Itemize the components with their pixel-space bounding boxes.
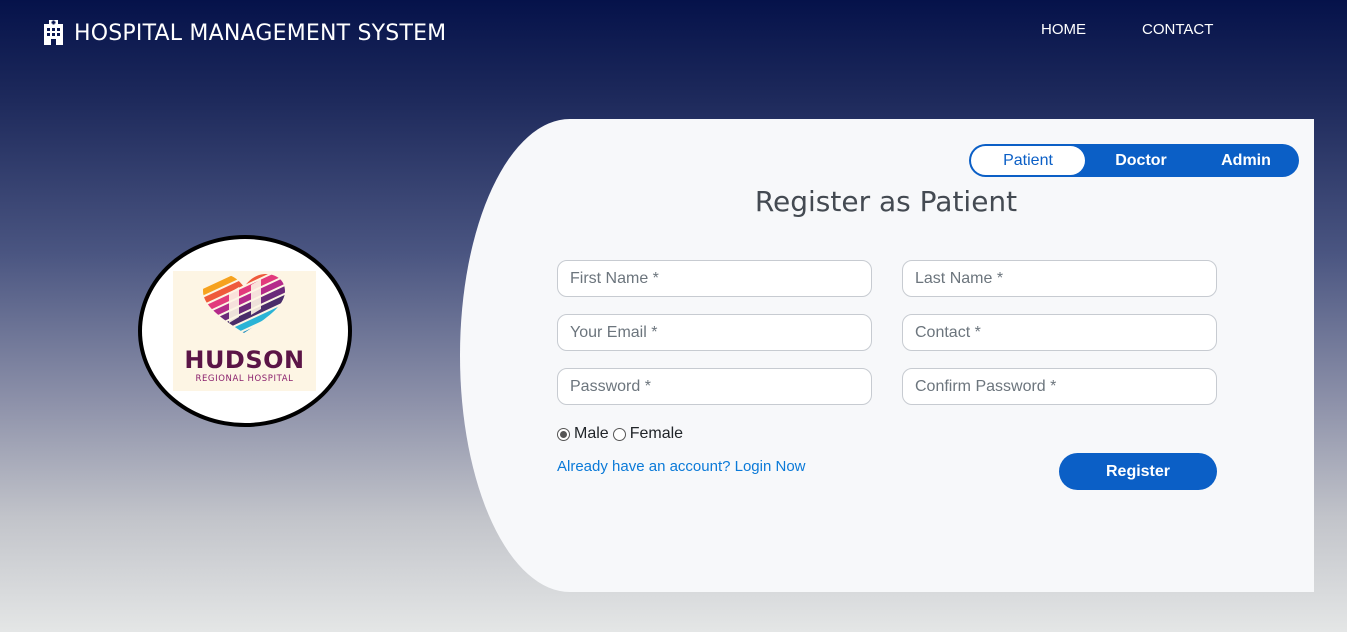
female-label: Female <box>629 425 684 442</box>
tab-patient[interactable]: Patient <box>971 146 1085 175</box>
female-radio[interactable] <box>612 427 626 441</box>
logo-name: HUDSON <box>184 346 305 374</box>
contact-input[interactable] <box>902 314 1217 351</box>
male-label: Male <box>574 425 609 442</box>
tab-admin[interactable]: Admin <box>1209 144 1283 177</box>
email-input[interactable] <box>557 314 872 351</box>
confirm-password-input[interactable] <box>902 368 1217 405</box>
register-button[interactable]: Register <box>1059 453 1217 490</box>
hospital-building-icon <box>43 20 64 46</box>
login-link[interactable]: Already have an account? Login Now <box>557 458 806 475</box>
gender-selector: Male Female <box>557 425 687 443</box>
last-name-input[interactable] <box>902 260 1217 297</box>
top-navbar: HOSPITAL MANAGEMENT SYSTEM HOME CONTACT <box>0 0 1347 70</box>
heart-stripes-logo <box>203 274 285 333</box>
password-input[interactable] <box>557 368 872 405</box>
nav-contact-link[interactable]: CONTACT <box>1142 21 1213 38</box>
nav-home-link[interactable]: HOME <box>1041 21 1086 38</box>
form-title: Register as Patient <box>754 185 1018 218</box>
brand[interactable]: HOSPITAL MANAGEMENT SYSTEM <box>43 20 446 46</box>
logo-subtitle: REGIONAL HOSPITAL <box>195 374 294 384</box>
brand-title: HOSPITAL MANAGEMENT SYSTEM <box>74 20 447 46</box>
tab-doctor[interactable]: Doctor <box>1103 144 1179 177</box>
logo-image: HUDSON REGIONAL HOSPITAL <box>173 271 316 391</box>
role-tabs: Patient Doctor Admin <box>969 144 1299 177</box>
male-radio[interactable] <box>557 427 570 441</box>
first-name-input[interactable] <box>557 260 872 297</box>
hospital-logo: HUDSON REGIONAL HOSPITAL <box>138 235 352 427</box>
